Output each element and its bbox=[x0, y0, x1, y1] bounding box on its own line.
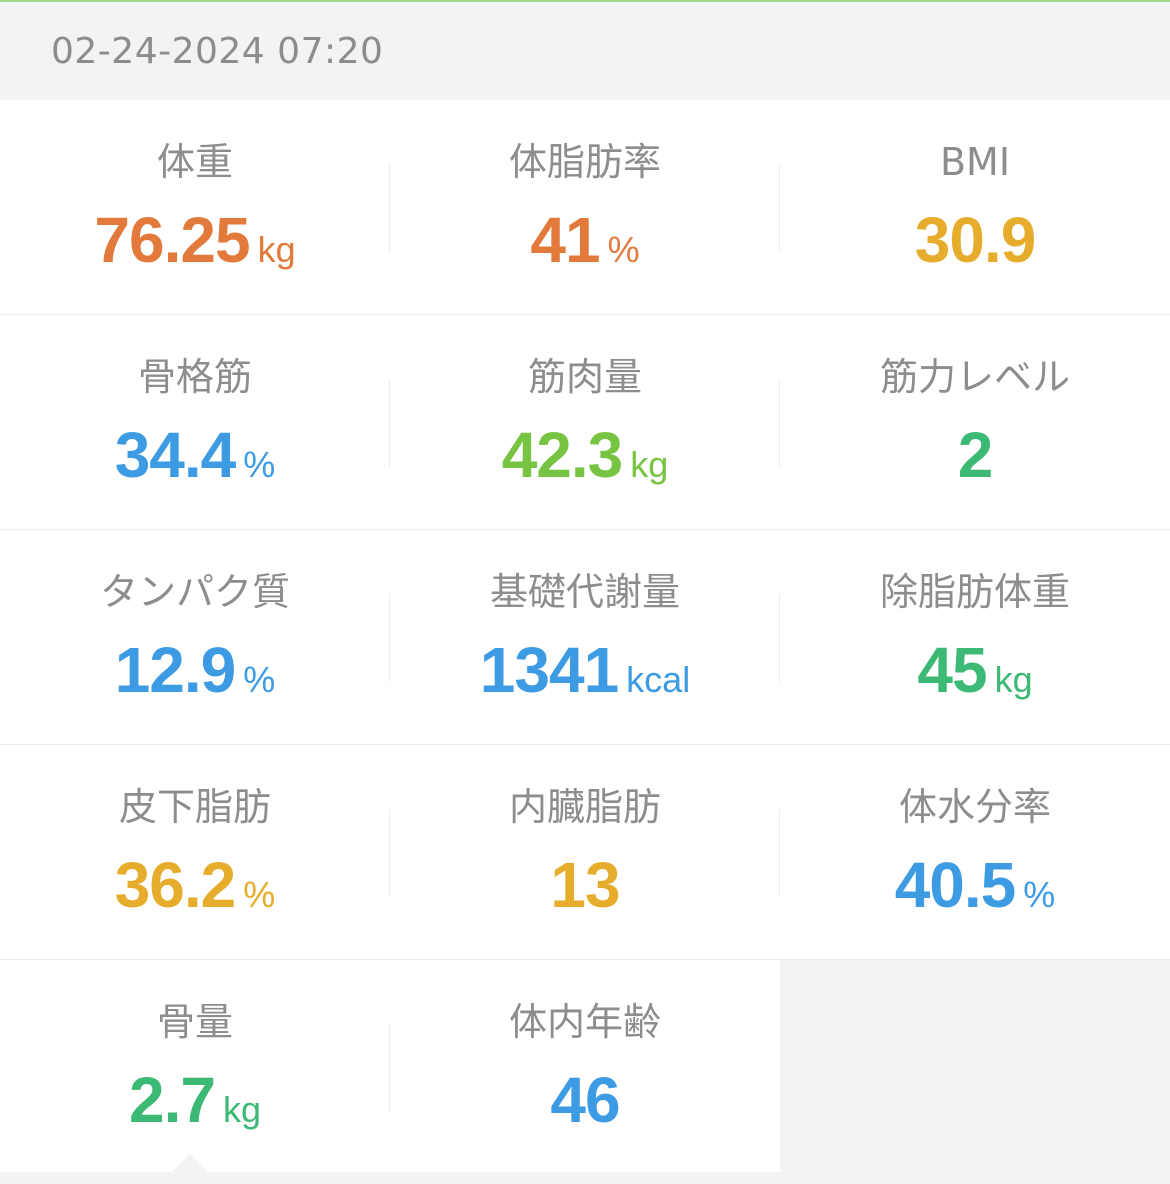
metric-body-water[interactable]: 体水分率 40.5% bbox=[780, 745, 1170, 959]
metrics-row: 体重 76.25 kg 体脂肪率 41% BMI 30.9 bbox=[0, 100, 1170, 315]
metric-unit: % bbox=[243, 444, 276, 485]
metric-label: 内臓脂肪 bbox=[508, 785, 661, 829]
metric-bmi[interactable]: BMI 30.9 bbox=[780, 100, 1170, 314]
date-header: 02-24-2024 07:20 bbox=[0, 2, 1170, 100]
metrics-grid: 体重 76.25kg 体脂肪率 41% BMI 30.9 骨格筋 34.4% bbox=[0, 100, 1170, 1172]
metric-unit: % bbox=[243, 874, 276, 915]
metric-value-wrap: 12.9% bbox=[0, 630, 390, 727]
metric-value-wrap: 45 kg bbox=[780, 630, 1170, 727]
metric-value: 30.9 bbox=[914, 204, 1037, 276]
metric-label: 体脂肪率 bbox=[508, 140, 661, 184]
metric-unit: kcal bbox=[626, 659, 691, 700]
metric-value: 2 bbox=[957, 419, 994, 491]
metric-metabolic-age[interactable]: 体内年齢 46 bbox=[390, 960, 780, 1172]
metrics-row: 骨格筋 34.4% 筋肉量 42.3 kg 筋力レベル 2 bbox=[0, 315, 1170, 530]
metric-value-wrap: 76.25 kg bbox=[0, 200, 390, 297]
empty-cell bbox=[780, 960, 1170, 1172]
metric-value: 46 bbox=[550, 1064, 620, 1136]
metric-value-wrap: 2 bbox=[780, 415, 1170, 512]
metric-unit: kg bbox=[257, 229, 296, 270]
metric-label: 筋肉量 bbox=[527, 355, 642, 399]
metric-label: 基礎代謝量 bbox=[489, 570, 680, 614]
metric-value: 2.7 bbox=[129, 1064, 216, 1136]
metric-label: 皮下脂肪 bbox=[118, 785, 271, 829]
metric-weight[interactable]: 体重 76.25 kg bbox=[0, 100, 390, 314]
metric-body-fat[interactable]: 体脂肪率 41% bbox=[390, 100, 780, 314]
metric-value-wrap: 1341 kcal bbox=[390, 630, 780, 727]
metric-label: 体水分率 bbox=[898, 785, 1051, 829]
metric-value-wrap: 30.9 bbox=[780, 200, 1170, 297]
metric-lean-body-mass[interactable]: 除脂肪体重 45 kg bbox=[780, 530, 1170, 744]
metric-value: 45 bbox=[917, 634, 987, 706]
metric-value: 40.5 bbox=[894, 849, 1017, 921]
metric-value-wrap: 2.7 kg bbox=[0, 1060, 390, 1157]
metric-label: BMI bbox=[939, 140, 1011, 184]
metric-muscle-mass[interactable]: 筋肉量 42.3 kg bbox=[390, 315, 780, 529]
metric-label: 骨格筋 bbox=[137, 355, 252, 399]
metric-value: 1341 bbox=[479, 634, 619, 706]
metric-value-wrap: 13 bbox=[390, 845, 780, 942]
metric-label: 体重 bbox=[156, 140, 233, 184]
metric-label: 体内年齢 bbox=[508, 1000, 661, 1044]
metric-value: 41 bbox=[530, 204, 600, 276]
metric-bone-mass[interactable]: 骨量 2.7 kg bbox=[0, 960, 390, 1172]
metric-unit: % bbox=[1023, 874, 1056, 915]
metric-label: 除脂肪体重 bbox=[879, 570, 1070, 614]
metric-value: 12.9 bbox=[114, 634, 237, 706]
metric-unit: kg bbox=[222, 1089, 261, 1130]
metric-visceral-fat[interactable]: 内臓脂肪 13 bbox=[390, 745, 780, 959]
metric-value-wrap: 46 bbox=[390, 1060, 780, 1157]
metric-value-wrap: 36.2% bbox=[0, 845, 390, 942]
metric-label: 骨量 bbox=[156, 1000, 233, 1044]
metric-value-wrap: 41% bbox=[390, 200, 780, 297]
metric-strength-level[interactable]: 筋力レベル 2 bbox=[780, 315, 1170, 529]
metric-bmr[interactable]: 基礎代謝量 1341 kcal bbox=[390, 530, 780, 744]
metric-value-wrap: 34.4% bbox=[0, 415, 390, 512]
metric-label: 筋力レベル bbox=[879, 355, 1070, 399]
metric-unit: % bbox=[607, 229, 640, 270]
metrics-row: 骨量 2.7 kg 体内年齢 46 bbox=[0, 960, 1170, 1172]
metric-protein[interactable]: タンパク質 12.9% bbox=[0, 530, 390, 744]
metric-value: 34.4 bbox=[114, 419, 237, 491]
metric-unit: kg bbox=[994, 659, 1033, 700]
measurement-date: 02-24-2024 07:20 bbox=[51, 31, 384, 72]
metrics-row: タンパク質 12.9% 基礎代謝量 1341 kcal 除脂肪体重 45 kg bbox=[0, 530, 1170, 745]
metric-label: タンパク質 bbox=[99, 570, 290, 614]
selection-pointer bbox=[172, 1154, 208, 1172]
metric-unit: % bbox=[243, 659, 276, 700]
metric-value: 13 bbox=[550, 849, 620, 921]
metric-value: 42.3 bbox=[501, 419, 624, 491]
metric-value-wrap: 42.3 kg bbox=[390, 415, 780, 512]
metric-value: 36.2 bbox=[114, 849, 237, 921]
metric-skeletal-muscle[interactable]: 骨格筋 34.4% bbox=[0, 315, 390, 529]
metric-value-wrap: 40.5% bbox=[780, 845, 1170, 942]
metric-value: 76.25 bbox=[94, 204, 250, 276]
metrics-row: 皮下脂肪 36.2% 内臓脂肪 13 体水分率 40.5% bbox=[0, 745, 1170, 960]
metric-subcutaneous-fat[interactable]: 皮下脂肪 36.2% bbox=[0, 745, 390, 959]
metric-unit: kg bbox=[630, 444, 669, 485]
